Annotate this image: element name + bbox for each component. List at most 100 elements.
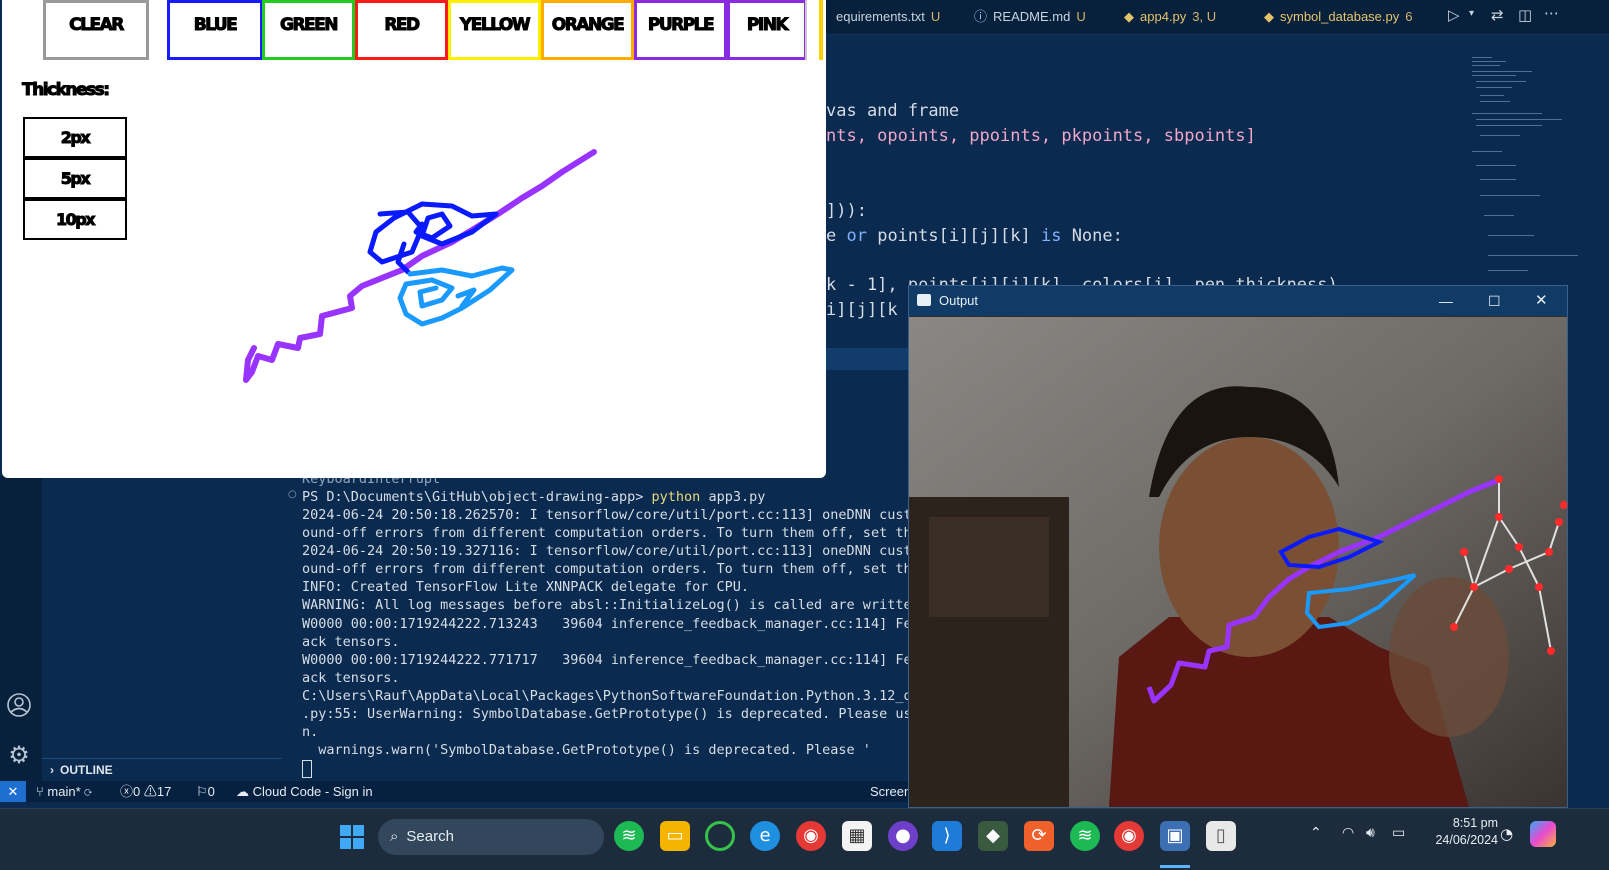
terminal-panel[interactable]: KeyboardInterrupt ○ PS D:\Documents\GitH… bbox=[282, 471, 968, 781]
remote-icon[interactable]: ✕ bbox=[0, 781, 26, 802]
outline-label: OUTLINE bbox=[60, 763, 113, 777]
output-window[interactable]: Output — ☐ ✕ bbox=[908, 285, 1568, 808]
camera-feed bbox=[909, 317, 1567, 807]
app-orange-icon[interactable]: ⟳ bbox=[1024, 821, 1054, 851]
terminal-line: C:\Users\Rauf\AppData\Local\Packages\Pyt… bbox=[302, 688, 969, 704]
python-file-icon: ◆ bbox=[1264, 9, 1274, 24]
active-app-indicator bbox=[1160, 865, 1190, 868]
terminal-line: W0000 00:00:1719244222.713243 39604 infe… bbox=[302, 616, 961, 632]
store-icon[interactable]: ▦ bbox=[842, 821, 872, 851]
spotify-icon[interactable]: ≋ bbox=[614, 821, 644, 851]
loading-app-icon[interactable] bbox=[705, 821, 735, 851]
ports-icon: ⚐ bbox=[196, 784, 208, 799]
drawing-strokes bbox=[243, 149, 597, 383]
vscode-icon[interactable]: ⟩ bbox=[932, 821, 962, 851]
search-icon: ⌕ bbox=[390, 828, 399, 845]
gear-icon[interactable]: ⚙ bbox=[6, 742, 32, 768]
terminal-line: warnings.warn('SymbolDatabase.GetPrototy… bbox=[302, 742, 871, 758]
tab-requirements[interactable]: equirements.txt U bbox=[826, 0, 950, 34]
sidebar bbox=[42, 476, 282, 781]
github-desktop-icon[interactable]: ● bbox=[888, 821, 918, 851]
terminal-line: WARNING: All log messages before absl::I… bbox=[302, 597, 969, 613]
terminal-line: 2024-06-24 20:50:19.327116: I tensorflow… bbox=[302, 543, 969, 559]
ports-count: 0 bbox=[207, 784, 215, 799]
taskbar: ⌕ Search ≋ ▭ e ◉ ▦ ● ⟩ ◆ ⟳ ≋ ◉ ▣ ▯ ⌃ ◠ 🔊︎… bbox=[0, 808, 1609, 870]
tab-status: 6 bbox=[1405, 9, 1413, 24]
terminal-line: ound-off errors from different computati… bbox=[302, 525, 969, 541]
notepad-icon[interactable]: ▯ bbox=[1206, 821, 1236, 851]
code-line: vas and frame bbox=[826, 101, 960, 121]
tab-label: app4.py bbox=[1140, 9, 1187, 24]
maximize-icon[interactable]: ☐ bbox=[1488, 286, 1501, 316]
blue-stroke bbox=[367, 201, 499, 275]
clock-time: 8:51 pm bbox=[1452, 816, 1498, 830]
python-app-icon[interactable]: ▣ bbox=[1160, 821, 1190, 851]
chevron-up-icon[interactable]: ⌃ bbox=[1310, 825, 1322, 841]
windows-start-icon[interactable] bbox=[340, 825, 364, 849]
tab-app4[interactable]: ◆ app4.py 3, U bbox=[1114, 0, 1226, 34]
error-icon: ⓧ bbox=[120, 784, 134, 799]
wifi-icon[interactable]: ◠ bbox=[1342, 825, 1354, 841]
sync-icon: ⟳ bbox=[84, 784, 93, 799]
branch-icon: ⑂ bbox=[36, 784, 48, 799]
code-line: i][j][k bbox=[826, 300, 898, 320]
chevron-down-icon[interactable]: ▾ bbox=[1469, 8, 1474, 19]
volume-icon[interactable]: 🔊︎ bbox=[1366, 825, 1375, 841]
clock-date: 24/06/2024 bbox=[1435, 833, 1498, 847]
tab-symbol-database[interactable]: ◆ symbol_database.py 6 bbox=[1254, 0, 1422, 34]
split-editor-icon[interactable]: ◫ bbox=[1518, 6, 1532, 24]
taskbar-clock[interactable]: 8:51 pm 24/06/2024 bbox=[1414, 815, 1498, 849]
battery-icon[interactable]: ▭ bbox=[1392, 825, 1405, 841]
spotify-icon-2[interactable]: ≋ bbox=[1070, 821, 1100, 851]
file-explorer-icon[interactable]: ▭ bbox=[660, 821, 690, 851]
screen-status[interactable]: Screen bbox=[870, 781, 911, 802]
python-file-icon: ◆ bbox=[1124, 9, 1134, 24]
problems-status[interactable]: ⓧ0 ⚠17 bbox=[120, 781, 171, 802]
drawing-canvas-window[interactable]: CLEAR BLUE GREEN RED YELLOW ORANGE PURPL… bbox=[2, 0, 826, 478]
terminal-line: 2024-06-24 20:50:18.262570: I tensorflow… bbox=[302, 507, 969, 523]
minimap[interactable] bbox=[1468, 55, 1598, 305]
code-line: nts, opoints, ppoints, pkpoints, sbpoint… bbox=[826, 126, 1256, 146]
tab-status: U bbox=[1076, 9, 1086, 24]
terminal-line: n. bbox=[302, 724, 319, 740]
tab-status: U bbox=[930, 9, 941, 24]
more-actions-icon[interactable]: ⋯ bbox=[1544, 4, 1559, 22]
tab-status: 3, U bbox=[1192, 9, 1217, 24]
chrome-profile-icon[interactable]: ◉ bbox=[1114, 821, 1144, 851]
activity-bar: ⚙ bbox=[0, 476, 42, 781]
terminal-line: W0000 00:00:1719244222.771717 39604 infe… bbox=[302, 652, 961, 668]
compare-icon[interactable]: ⇄ bbox=[1491, 6, 1504, 24]
chrome-icon[interactable]: ◉ bbox=[796, 821, 826, 851]
edge-icon[interactable]: e bbox=[750, 821, 780, 851]
purple-stroke bbox=[243, 149, 597, 383]
branch-status[interactable]: ⑂ main* ⟳ bbox=[36, 781, 92, 802]
chevron-right-icon: › bbox=[50, 763, 54, 777]
terminal-line: ack tensors. bbox=[302, 670, 400, 686]
minimize-icon[interactable]: — bbox=[1439, 286, 1453, 316]
code-line: ])): bbox=[826, 201, 867, 221]
run-icon[interactable]: ▷ bbox=[1448, 6, 1460, 24]
output-title-bar[interactable]: Output — ☐ ✕ bbox=[909, 286, 1567, 316]
app-diamond-icon[interactable]: ◆ bbox=[978, 821, 1008, 851]
tab-readme[interactable]: ⓘ README.md U bbox=[964, 0, 1096, 34]
info-icon: ⓘ bbox=[974, 9, 988, 24]
close-icon[interactable]: ✕ bbox=[1535, 286, 1548, 316]
ports-status[interactable]: ⚐0 bbox=[196, 781, 215, 802]
account-icon[interactable] bbox=[6, 692, 32, 718]
status-bar: ✕ ⑂ main* ⟳ ⓧ0 ⚠17 ⚐0 ☁ Cloud Code - Sig… bbox=[0, 781, 911, 802]
tab-label: README.md bbox=[993, 9, 1071, 24]
notification-icon[interactable]: ◔ bbox=[1500, 825, 1513, 843]
window-app-icon bbox=[917, 294, 931, 306]
current-line-highlight bbox=[826, 348, 916, 370]
copilot-icon[interactable] bbox=[1530, 821, 1556, 847]
cloud-label: Cloud Code - Sign in bbox=[252, 784, 373, 799]
terminal-line: INFO: Created TensorFlow Lite XNNPACK de… bbox=[302, 579, 750, 595]
cloud-icon: ☁ bbox=[236, 784, 249, 799]
outline-section[interactable]: › OUTLINE bbox=[42, 758, 282, 781]
branch-label: main* bbox=[47, 784, 81, 799]
error-count: 0 bbox=[133, 784, 141, 799]
cloud-code-status[interactable]: ☁ Cloud Code - Sign in bbox=[236, 781, 373, 802]
prompt-circle-icon: ○ bbox=[288, 489, 297, 500]
code-line: e or points[i][j][k] is None: bbox=[826, 226, 1123, 246]
taskbar-search[interactable]: ⌕ Search bbox=[378, 819, 604, 855]
